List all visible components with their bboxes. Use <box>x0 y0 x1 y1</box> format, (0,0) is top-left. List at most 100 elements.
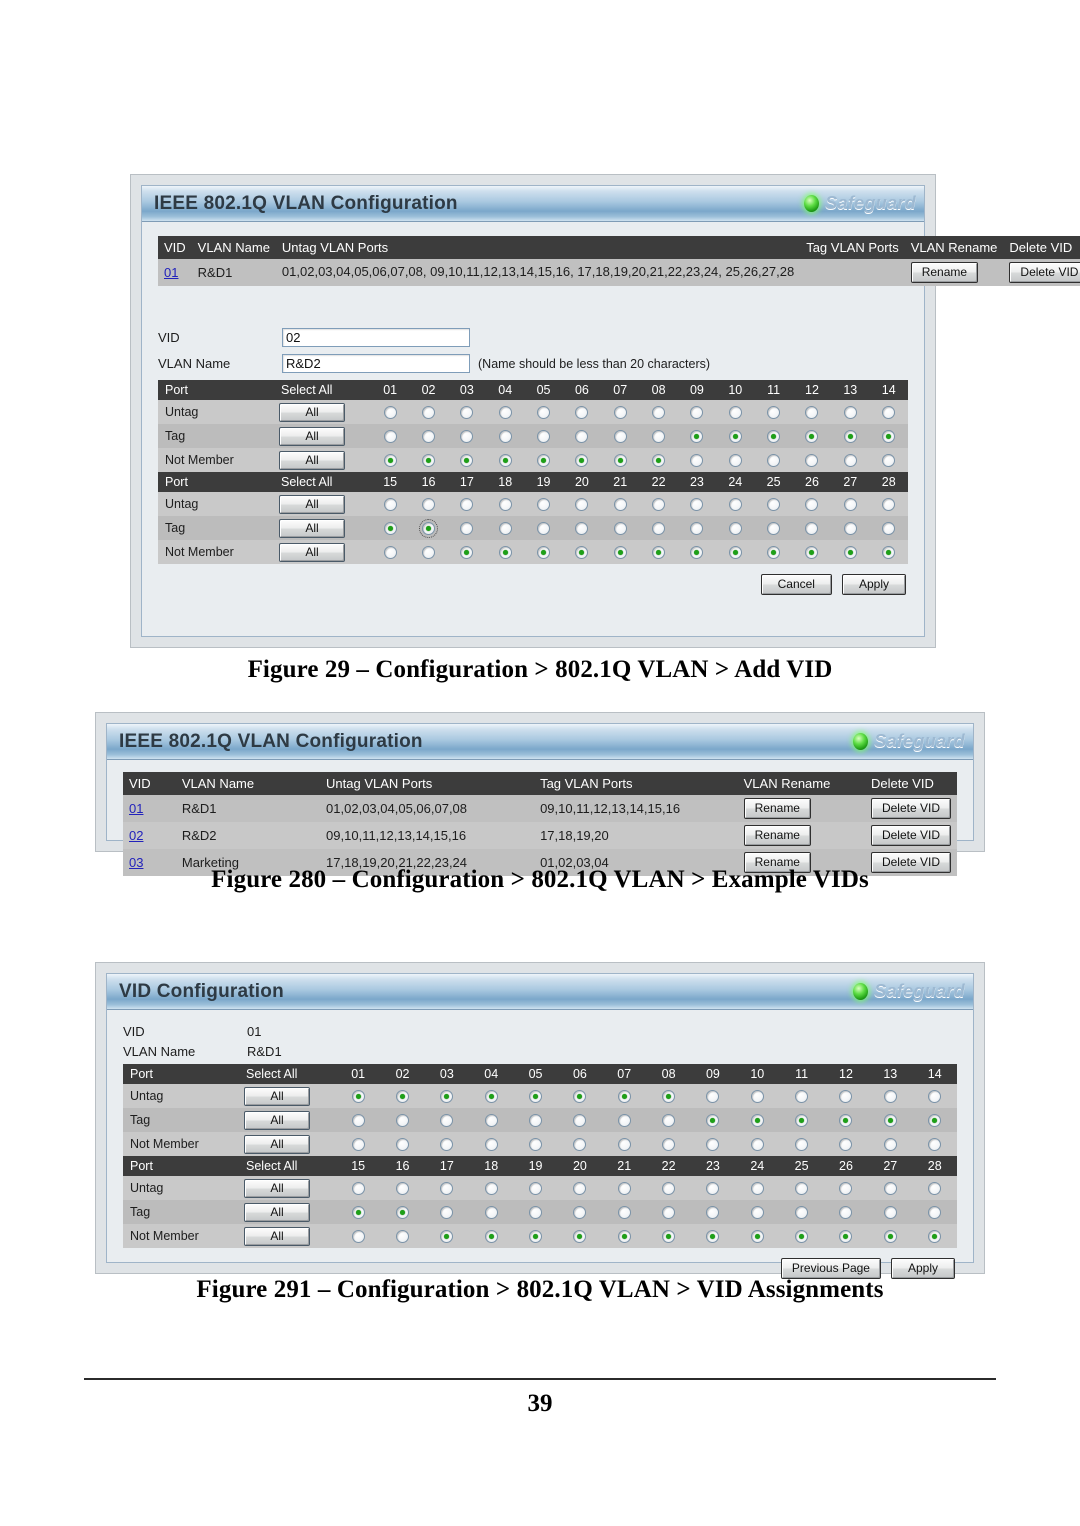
port-radio[interactable] <box>839 1182 853 1196</box>
port-radio[interactable] <box>690 546 704 560</box>
port-radio[interactable] <box>575 454 589 468</box>
port-radio[interactable] <box>498 406 512 420</box>
port-radio[interactable] <box>396 1114 410 1128</box>
port-radio[interactable] <box>575 406 589 420</box>
port-radio[interactable] <box>839 1206 853 1220</box>
port-radio[interactable] <box>767 430 781 444</box>
port-radio[interactable] <box>767 406 781 420</box>
port-radio[interactable] <box>460 522 474 536</box>
port-radio[interactable] <box>652 498 666 512</box>
port-radio[interactable] <box>928 1138 942 1152</box>
port-radio[interactable] <box>883 1182 897 1196</box>
port-radio[interactable] <box>690 430 704 444</box>
port-radio[interactable] <box>351 1182 365 1196</box>
select-all-button[interactable]: All <box>244 1110 310 1130</box>
port-radio[interactable] <box>529 1138 543 1152</box>
port-radio[interactable] <box>460 430 474 444</box>
port-radio[interactable] <box>805 522 819 536</box>
port-radio[interactable] <box>805 546 819 560</box>
port-radio[interactable] <box>843 454 857 468</box>
select-all-button[interactable]: All <box>244 1086 310 1106</box>
port-radio[interactable] <box>750 1114 764 1128</box>
port-radio[interactable] <box>706 1230 720 1244</box>
port-radio[interactable] <box>839 1114 853 1128</box>
port-radio[interactable] <box>883 1114 897 1128</box>
vid-input[interactable] <box>282 328 470 347</box>
port-radio[interactable] <box>795 1182 809 1196</box>
port-radio[interactable] <box>750 1138 764 1152</box>
apply-button[interactable]: Apply <box>841 574 906 595</box>
select-all-button[interactable]: All <box>279 494 345 514</box>
vid-link[interactable]: 02 <box>129 828 143 843</box>
port-radio[interactable] <box>617 1206 631 1220</box>
delete-vid-button[interactable]: Delete VID <box>870 798 951 819</box>
port-radio[interactable] <box>484 1230 498 1244</box>
port-radio[interactable] <box>613 546 627 560</box>
port-radio[interactable] <box>422 430 436 444</box>
port-radio[interactable] <box>529 1206 543 1220</box>
port-radio[interactable] <box>795 1138 809 1152</box>
port-radio[interactable] <box>839 1090 853 1104</box>
port-radio[interactable] <box>383 406 397 420</box>
port-radio[interactable] <box>652 406 666 420</box>
port-radio[interactable] <box>529 1182 543 1196</box>
port-radio[interactable] <box>529 1114 543 1128</box>
vid-link[interactable]: 01 <box>164 265 178 280</box>
port-radio[interactable] <box>617 1114 631 1128</box>
port-radio[interactable] <box>422 498 436 512</box>
select-all-button[interactable]: All <box>244 1226 310 1246</box>
port-radio[interactable] <box>706 1138 720 1152</box>
port-radio[interactable] <box>613 522 627 536</box>
select-all-button[interactable]: All <box>279 518 345 538</box>
port-radio[interactable] <box>652 430 666 444</box>
port-radio[interactable] <box>843 546 857 560</box>
select-all-button[interactable]: All <box>279 402 345 422</box>
port-radio[interactable] <box>537 522 551 536</box>
port-radio[interactable] <box>383 498 397 512</box>
port-radio[interactable] <box>652 454 666 468</box>
port-radio[interactable] <box>767 546 781 560</box>
port-radio[interactable] <box>662 1206 676 1220</box>
port-radio[interactable] <box>805 406 819 420</box>
port-radio[interactable] <box>750 1230 764 1244</box>
port-radio[interactable] <box>882 522 896 536</box>
port-radio[interactable] <box>460 546 474 560</box>
port-radio[interactable] <box>795 1114 809 1128</box>
port-radio[interactable] <box>883 1230 897 1244</box>
port-radio[interactable] <box>351 1090 365 1104</box>
delete-vid-button[interactable]: Delete VID <box>1009 262 1080 283</box>
port-radio[interactable] <box>882 406 896 420</box>
port-radio[interactable] <box>662 1182 676 1196</box>
port-radio[interactable] <box>706 1090 720 1104</box>
port-radio[interactable] <box>883 1138 897 1152</box>
port-radio[interactable] <box>652 522 666 536</box>
port-radio[interactable] <box>662 1114 676 1128</box>
port-radio[interactable] <box>383 522 397 536</box>
port-radio[interactable] <box>928 1114 942 1128</box>
vid-link[interactable]: 01 <box>129 801 143 816</box>
port-radio[interactable] <box>928 1206 942 1220</box>
port-radio[interactable] <box>843 522 857 536</box>
port-radio[interactable] <box>617 1138 631 1152</box>
port-radio[interactable] <box>767 454 781 468</box>
port-radio[interactable] <box>882 430 896 444</box>
port-radio[interactable] <box>351 1114 365 1128</box>
port-radio[interactable] <box>883 1206 897 1220</box>
port-radio[interactable] <box>728 406 742 420</box>
port-radio[interactable] <box>839 1138 853 1152</box>
port-radio[interactable] <box>690 454 704 468</box>
port-radio[interactable] <box>728 546 742 560</box>
port-radio[interactable] <box>460 454 474 468</box>
port-radio[interactable] <box>351 1138 365 1152</box>
port-radio[interactable] <box>662 1230 676 1244</box>
port-radio[interactable] <box>690 522 704 536</box>
port-radio[interactable] <box>537 498 551 512</box>
port-radio[interactable] <box>767 522 781 536</box>
port-radio[interactable] <box>573 1182 587 1196</box>
port-radio[interactable] <box>351 1230 365 1244</box>
port-radio[interactable] <box>613 454 627 468</box>
port-radio[interactable] <box>537 430 551 444</box>
port-radio[interactable] <box>805 430 819 444</box>
port-radio[interactable] <box>440 1090 454 1104</box>
select-all-button[interactable]: All <box>279 450 345 470</box>
